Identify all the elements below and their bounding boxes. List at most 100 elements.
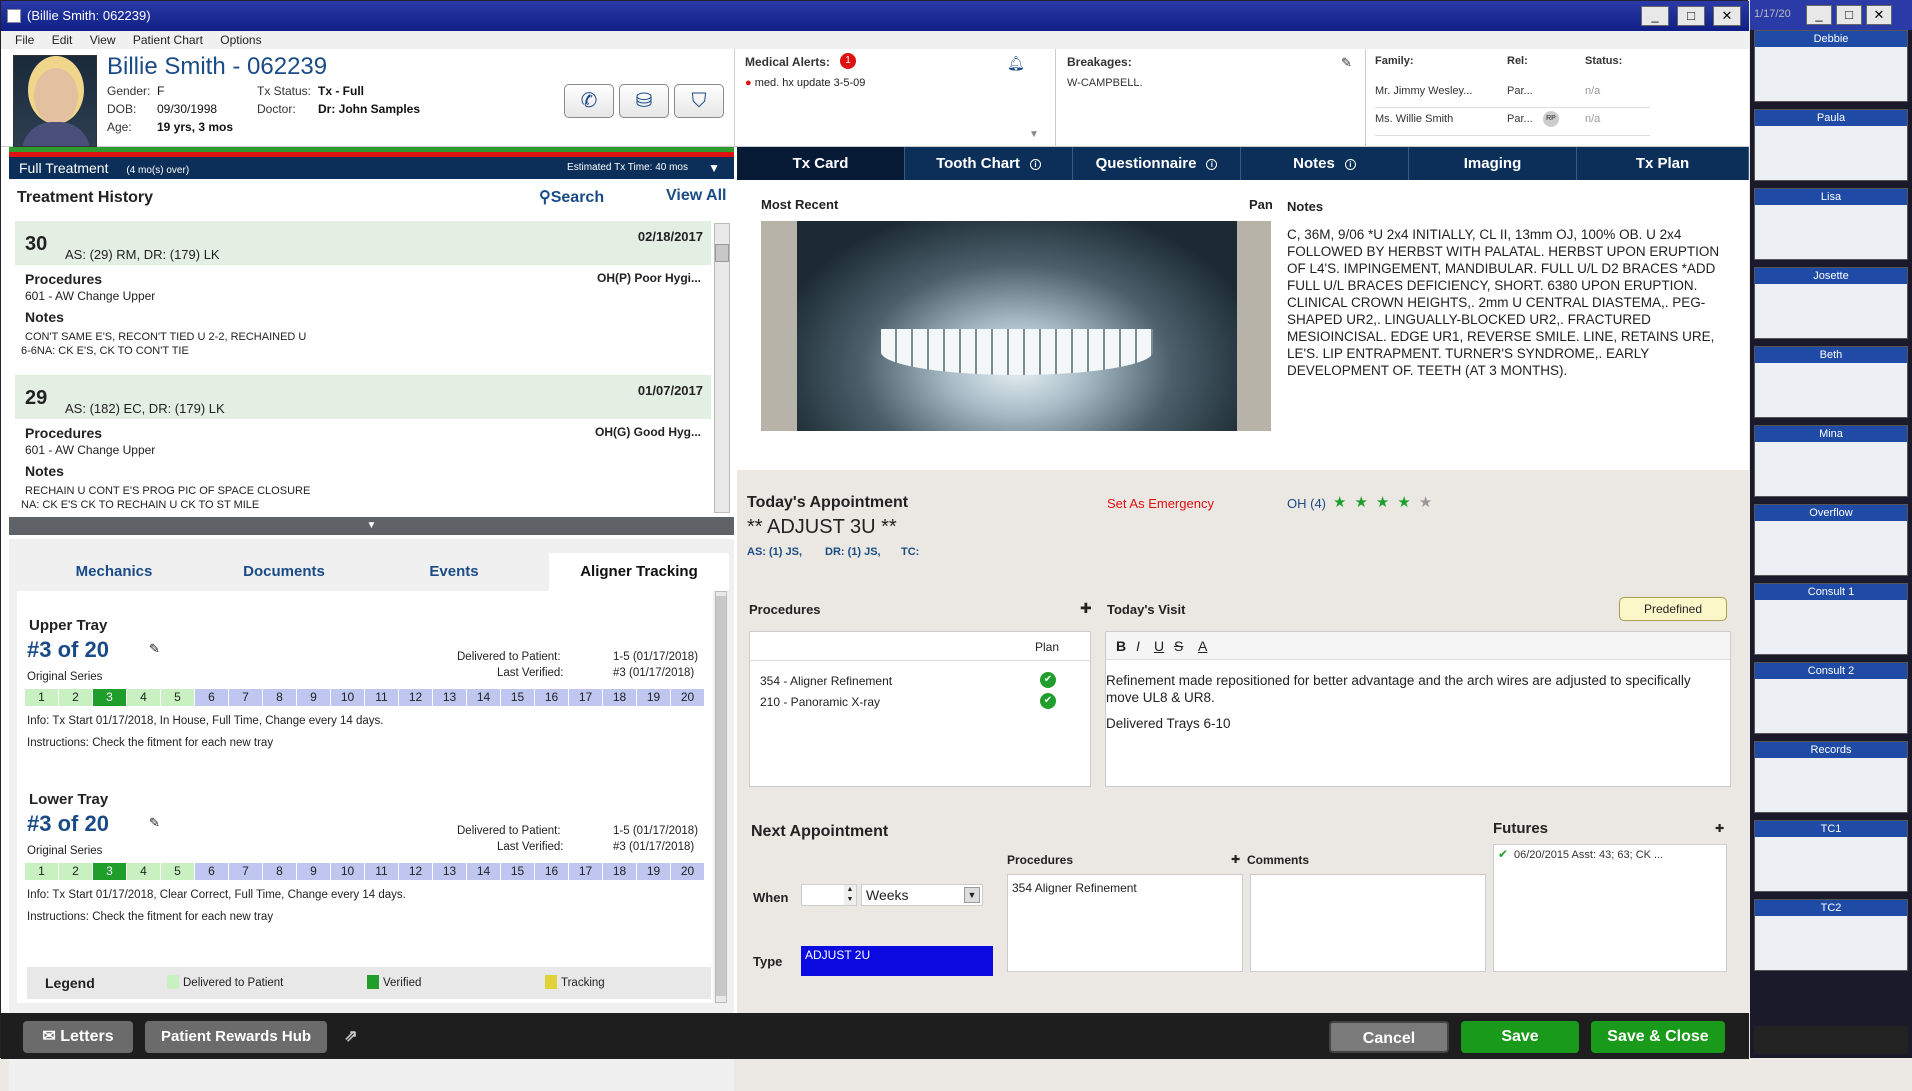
tray-cell[interactable]: 16 — [535, 863, 569, 880]
schedule-column[interactable]: Consult 2 — [1754, 662, 1908, 734]
tray-cell[interactable]: 19 — [637, 863, 671, 880]
tray-cell[interactable]: 7 — [229, 689, 263, 706]
schedule-column[interactable]: Debbie — [1754, 30, 1908, 102]
set-emergency-link[interactable]: Set As Emergency — [1107, 496, 1214, 511]
star-icon[interactable]: ★ — [1376, 494, 1389, 511]
star-icon[interactable]: ★ — [1419, 494, 1432, 511]
tray-cell[interactable]: 15 — [501, 689, 535, 706]
strikethrough-icon[interactable]: S — [1174, 638, 1183, 654]
tray-cell[interactable]: 20 — [671, 689, 705, 706]
add-comment-icon[interactable]: ✚ — [1231, 853, 1240, 866]
schedule-column[interactable]: TC2 — [1754, 899, 1908, 971]
future-item[interactable]: 06/20/2015 Asst: 43; 63; CK ... — [1514, 849, 1663, 861]
tray-cell[interactable]: 9 — [297, 689, 331, 706]
tab-questionnaire[interactable]: Questionnaire i — [1073, 147, 1241, 180]
procedure-row[interactable]: 354 - Aligner Refinement — [760, 674, 892, 688]
external-link-icon[interactable]: ⇗ — [339, 1021, 363, 1053]
tab-notes[interactable]: Notes i — [1241, 147, 1409, 180]
tray-cell[interactable]: 6 — [195, 863, 229, 880]
menu-options[interactable]: Options — [220, 33, 261, 47]
family-name-2[interactable]: Ms. Willie Smith — [1375, 113, 1453, 125]
tray-cell[interactable]: 2 — [59, 689, 93, 706]
tab-documents[interactable]: Documents — [199, 553, 369, 591]
bold-icon[interactable]: B — [1116, 638, 1126, 654]
tab-tx-card[interactable]: Tx Card — [737, 147, 905, 180]
add-future-icon[interactable]: ✚ — [1715, 822, 1724, 835]
tray-cell[interactable]: 17 — [569, 689, 603, 706]
chevron-down-icon[interactable]: ▼ — [708, 157, 720, 179]
tray-cell[interactable]: 20 — [671, 863, 705, 880]
tooth-button[interactable]: ⛉ — [674, 84, 724, 118]
side-maximize-button[interactable]: □ — [1836, 5, 1862, 25]
panel-splitter[interactable]: ▼ — [9, 517, 734, 535]
tray-cell[interactable]: 10 — [331, 689, 365, 706]
schedule-column[interactable]: Mina — [1754, 425, 1908, 497]
tray-cell[interactable]: 18 — [603, 689, 637, 706]
tray-cell[interactable]: 17 — [569, 863, 603, 880]
bell-icon[interactable]: 🔔︎ — [1007, 55, 1025, 72]
tab-tx-plan[interactable]: Tx Plan — [1577, 147, 1749, 180]
family-name-1[interactable]: Mr. Jimmy Wesley... — [1375, 85, 1472, 97]
tray-cell[interactable]: 5 — [161, 863, 195, 880]
tray-cell[interactable]: 9 — [297, 863, 331, 880]
side-close-button[interactable]: ✕ — [1866, 5, 1892, 25]
tray-cell[interactable]: 15 — [501, 863, 535, 880]
tray-cell[interactable]: 16 — [535, 689, 569, 706]
tab-aligner-tracking[interactable]: Aligner Tracking — [549, 553, 729, 591]
tray-cell[interactable]: 1 — [25, 863, 59, 880]
history-record-header[interactable]: 29 AS: (182) EC, DR: (179) LK 01/07/2017 — [15, 375, 711, 419]
schedule-column[interactable]: Lisa — [1754, 188, 1908, 260]
spinner-icon[interactable]: ▲ ▼ — [844, 885, 856, 905]
tray-cell[interactable]: 11 — [365, 863, 399, 880]
save-close-button[interactable]: Save & Close — [1591, 1021, 1725, 1053]
tray-cell[interactable]: 19 — [637, 689, 671, 706]
menu-view[interactable]: View — [90, 33, 116, 47]
schedule-column[interactable]: Paula — [1754, 109, 1908, 181]
treatment-banner[interactable]: Full Treatment (4 mo(s) over) Estimated … — [9, 157, 734, 179]
tray-cell[interactable]: 3 — [93, 863, 127, 880]
expand-icon[interactable]: ▼ — [1029, 129, 1039, 140]
schedule-column[interactable]: Josette — [1754, 267, 1908, 339]
side-minimize-button[interactable]: _ — [1806, 5, 1832, 25]
edit-pencil-icon[interactable]: ✎ — [149, 815, 160, 831]
tray-cell[interactable]: 4 — [127, 863, 161, 880]
star-icon[interactable]: ★ — [1397, 494, 1410, 511]
phone-button[interactable]: ✆ — [564, 84, 614, 118]
italic-icon[interactable]: I — [1136, 638, 1140, 654]
add-procedure-icon[interactable]: ✚ — [1080, 600, 1092, 617]
when-number-input[interactable]: ▲ ▼ — [801, 884, 857, 906]
tray-cell[interactable]: 3 — [93, 689, 127, 706]
next-procedures-box[interactable]: 354 Aligner Refinement — [1007, 874, 1243, 972]
tray-cell[interactable]: 1 — [25, 689, 59, 706]
edit-pencil-icon[interactable]: ✎ — [1341, 55, 1352, 71]
panoramic-xray-image[interactable] — [761, 221, 1271, 431]
cancel-button[interactable]: Cancel — [1329, 1021, 1449, 1053]
tray-cell[interactable]: 8 — [263, 689, 297, 706]
star-icon[interactable]: ★ — [1354, 494, 1367, 511]
minimize-button[interactable]: _ — [1641, 6, 1669, 26]
patient-rewards-hub-button[interactable]: Patient Rewards Hub — [145, 1021, 327, 1053]
tray-cell[interactable]: 14 — [467, 863, 501, 880]
history-search-link[interactable]: ⚲Search — [539, 187, 604, 207]
tray-cell[interactable]: 2 — [59, 863, 93, 880]
close-button[interactable]: ✕ — [1713, 6, 1741, 26]
menu-edit[interactable]: Edit — [52, 33, 73, 47]
view-all-link[interactable]: View All — [666, 187, 726, 205]
letters-button[interactable]: ✉ Letters — [23, 1021, 133, 1053]
schedule-column[interactable]: Consult 1 — [1754, 583, 1908, 655]
aligner-scrollbar[interactable] — [715, 591, 727, 1003]
history-record-header[interactable]: 30 AS: (29) RM, DR: (179) LK 02/18/2017 — [15, 221, 711, 265]
history-scrollbar[interactable] — [714, 223, 730, 513]
edit-pencil-icon[interactable]: ✎ — [149, 641, 160, 657]
comments-box[interactable] — [1250, 874, 1486, 972]
procedure-row[interactable]: 210 - Panoramic X-ray — [760, 695, 880, 709]
tab-tooth-chart[interactable]: Tooth Chart i — [905, 147, 1073, 180]
billing-button[interactable]: ⛁ — [619, 84, 669, 118]
save-button[interactable]: Save — [1461, 1021, 1579, 1053]
schedule-column[interactable]: Overflow — [1754, 504, 1908, 576]
when-unit-select[interactable]: Weeks ▼ — [861, 884, 983, 906]
predefined-button[interactable]: Predefined — [1619, 597, 1727, 621]
tab-mechanics[interactable]: Mechanics — [29, 553, 199, 591]
tray-cell[interactable]: 6 — [195, 689, 229, 706]
underline-icon[interactable]: U — [1154, 638, 1164, 654]
